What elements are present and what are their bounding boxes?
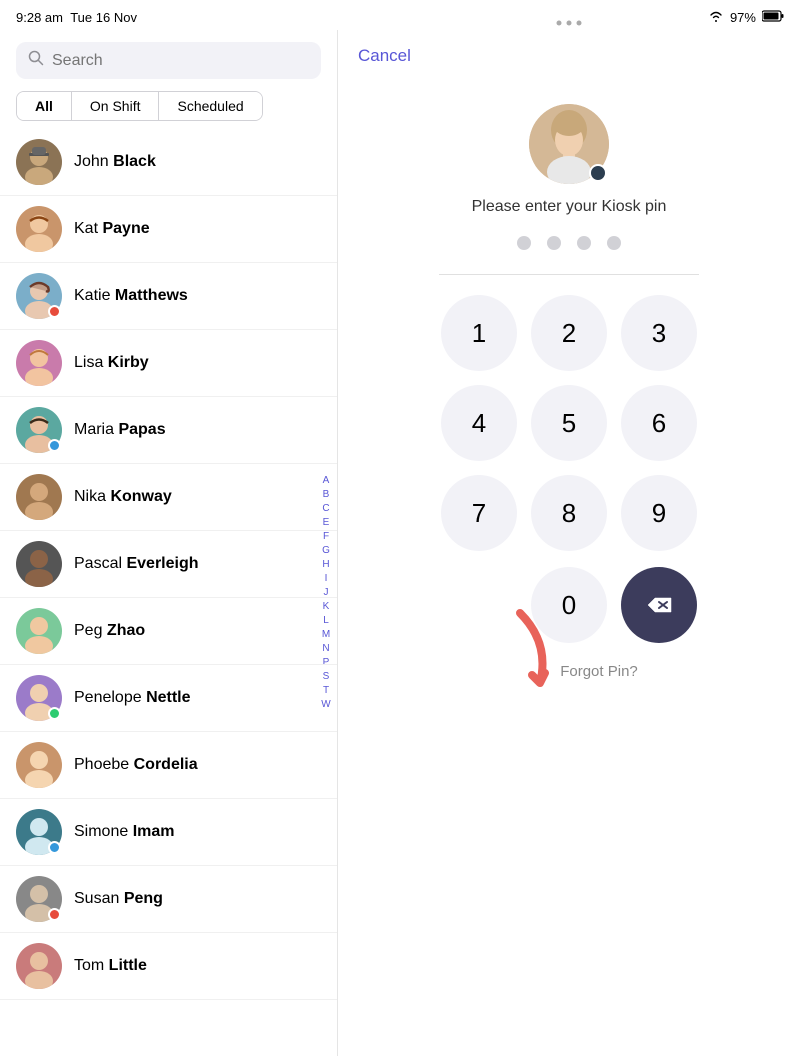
staff-item-peg-zhao[interactable]: Peg Zhao: [0, 598, 337, 665]
search-container: [0, 30, 337, 87]
avatar-wrap: [16, 407, 62, 453]
avatar-wrap: [16, 943, 62, 989]
filter-tabs: All On Shift Scheduled: [16, 91, 263, 121]
avatar: [16, 541, 62, 587]
staff-item-penelope-nettle[interactable]: Penelope Nettle: [0, 665, 337, 732]
avatar-wrap: [16, 876, 62, 922]
staff-name: Pascal Everleigh: [74, 555, 199, 573]
avatar-wrap: [16, 608, 62, 654]
numpad: 1 2 3 4 5 6 7 8 9: [441, 295, 697, 551]
staff-name: Katie Matthews: [74, 287, 188, 305]
avatar-wrap: [16, 742, 62, 788]
avatar-wrap: [16, 139, 62, 185]
pin-entry-panel: Cancel: [338, 30, 800, 1056]
avatar-wrap: [16, 340, 62, 386]
avatar-wrap: [16, 809, 62, 855]
avatar: [16, 474, 62, 520]
numpad-9[interactable]: 9: [621, 475, 697, 551]
tab-group-container: All On Shift Scheduled: [0, 87, 337, 129]
avatar-wrap: [16, 273, 62, 319]
staff-list-panel: All On Shift Scheduled: [0, 30, 338, 1056]
numpad-5[interactable]: 5: [531, 385, 607, 461]
pin-user-avatar: [529, 104, 609, 184]
avatar-wrap: [16, 541, 62, 587]
tab-all[interactable]: All: [17, 92, 71, 120]
tab-on-shift[interactable]: On Shift: [71, 92, 159, 120]
avatar-wrap: [16, 474, 62, 520]
avatar: [16, 139, 62, 185]
staff-list: John Black Kat Payne: [0, 129, 337, 1056]
staff-name: Kat Payne: [74, 220, 150, 238]
status-time: 9:28 am Tue 16 Nov: [16, 10, 137, 25]
numpad-backspace[interactable]: [621, 567, 697, 643]
tab-scheduled[interactable]: Scheduled: [158, 92, 261, 120]
status-dot-red: [48, 908, 61, 921]
pin-dot-4: [607, 236, 621, 250]
pin-area: Please enter your Kiosk pin 1 2 3 4 5 6 …: [338, 74, 800, 1056]
staff-item-susan-peng[interactable]: Susan Peng: [0, 866, 337, 933]
pin-dot-2: [547, 236, 561, 250]
staff-name: Maria Papas: [74, 421, 166, 439]
staff-name: Penelope Nettle: [74, 689, 191, 707]
pin-user-status-dot: [589, 164, 607, 182]
numpad-7[interactable]: 7: [441, 475, 517, 551]
staff-item-katie-matthews[interactable]: Katie Matthews: [0, 263, 337, 330]
staff-name: Phoebe Cordelia: [74, 756, 198, 774]
avatar-wrap: [16, 675, 62, 721]
staff-name: John Black: [74, 153, 156, 171]
status-dot-green: [48, 707, 61, 720]
staff-item-kat-payne[interactable]: Kat Payne: [0, 196, 337, 263]
drag-handle: [338, 8, 800, 38]
pin-dots: [517, 236, 621, 250]
staff-name: Nika Konway: [74, 488, 172, 506]
search-input[interactable]: [52, 52, 309, 70]
staff-item-maria-papas[interactable]: Maria Papas: [0, 397, 337, 464]
search-box[interactable]: [16, 42, 321, 79]
pin-dot-3: [577, 236, 591, 250]
staff-name: Lisa Kirby: [74, 354, 149, 372]
avatar: [16, 608, 62, 654]
staff-item-nika-konway[interactable]: Nika Konway: [0, 464, 337, 531]
annotation-arrow: [490, 603, 590, 708]
numpad-6[interactable]: 6: [621, 385, 697, 461]
numpad-4[interactable]: 4: [441, 385, 517, 461]
avatar: [16, 206, 62, 252]
forgot-pin-area: Forgot Pin?: [500, 663, 638, 680]
avatar: [16, 340, 62, 386]
status-dot-blue: [48, 841, 61, 854]
staff-item-tom-little[interactable]: Tom Little: [0, 933, 337, 1000]
numpad-1[interactable]: 1: [441, 295, 517, 371]
staff-name: Peg Zhao: [74, 622, 145, 640]
avatar: [16, 742, 62, 788]
staff-name: Susan Peng: [74, 890, 163, 908]
numpad-3[interactable]: 3: [621, 295, 697, 371]
status-dot-blue: [48, 439, 61, 452]
staff-item-pascal-everleigh[interactable]: Pascal Everleigh: [0, 531, 337, 598]
staff-item-phoebe-cordelia[interactable]: Phoebe Cordelia: [0, 732, 337, 799]
cancel-button[interactable]: Cancel: [358, 46, 411, 66]
numpad-8[interactable]: 8: [531, 475, 607, 551]
staff-item-lisa-kirby[interactable]: Lisa Kirby: [0, 330, 337, 397]
pin-dot-1: [517, 236, 531, 250]
pin-prompt-label: Please enter your Kiosk pin: [472, 198, 667, 216]
search-icon: [28, 50, 44, 71]
avatar-wrap: [16, 206, 62, 252]
staff-name: Tom Little: [74, 957, 147, 975]
staff-name: Simone Imam: [74, 823, 175, 841]
avatar: [16, 943, 62, 989]
numpad-2[interactable]: 2: [531, 295, 607, 371]
staff-item-simone-imam[interactable]: Simone Imam: [0, 799, 337, 866]
pin-divider: [439, 274, 699, 275]
status-dot-red: [48, 305, 61, 318]
staff-item-john-black[interactable]: John Black: [0, 129, 337, 196]
